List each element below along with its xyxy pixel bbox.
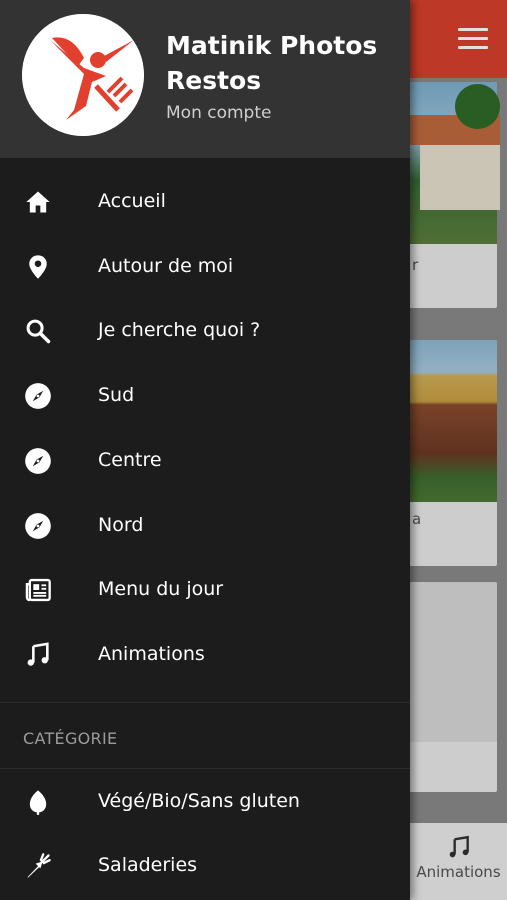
account-link[interactable]: Mon compte (166, 103, 271, 123)
drawer-scrim[interactable] (410, 0, 507, 900)
menu-item-menu-du-jour[interactable]: Menu du jour (0, 558, 410, 622)
menu-item-label: Centre (98, 449, 162, 471)
navigation-drawer: Matinik Photos Restos Mon compte Accueil… (0, 0, 410, 900)
carrot-icon (27, 853, 51, 878)
menu-item-label: Sud (98, 384, 135, 406)
music-note-icon (27, 642, 49, 666)
section-header-categorie: CATÉGORIE (23, 729, 118, 748)
newspaper-icon (25, 578, 51, 602)
divider (0, 702, 410, 703)
menu-item-autour-de-moi[interactable]: Autour de moi (0, 235, 410, 299)
home-icon (26, 191, 50, 213)
leaf-icon (29, 790, 47, 815)
menu-item-label: Animations (98, 643, 205, 665)
drawer-header: Matinik Photos Restos Mon compte (0, 0, 410, 158)
divider (0, 768, 410, 769)
menu-item-sud[interactable]: Sud (0, 364, 410, 428)
menu-item-animations[interactable]: Animations (0, 623, 410, 687)
menu-item-label: Menu du jour (98, 578, 224, 600)
menu-item-saladeries[interactable]: Saladeries (0, 834, 410, 898)
menu-item-centre[interactable]: Centre (0, 429, 410, 493)
menu-item-je-cherche-quoi[interactable]: Je cherche quoi ? (0, 299, 410, 363)
menu-item-label: Végé/Bio/Sans gluten (98, 790, 300, 812)
menu-item-label: Accueil (98, 190, 166, 212)
menu-item-label: Autour de moi (98, 255, 234, 277)
menu-item-accueil[interactable]: Accueil (0, 170, 410, 234)
menu-item-vege-bio[interactable]: Végé/Bio/Sans gluten (0, 770, 410, 834)
menu-item-label: Saladeries (98, 854, 198, 876)
hummingbird-fork-logo (22, 14, 144, 136)
app-title: Matinik Photos Restos (166, 31, 378, 95)
compass-icon (25, 383, 51, 409)
compass-icon (25, 448, 51, 474)
menu-item-nord[interactable]: Nord (0, 494, 410, 558)
compass-icon (25, 513, 51, 539)
app-logo (22, 14, 144, 136)
menu-item-label: Je cherche quoi ? (98, 319, 261, 341)
search-icon (26, 319, 51, 344)
location-pin-icon (29, 255, 47, 279)
menu-item-label: Nord (98, 514, 144, 536)
